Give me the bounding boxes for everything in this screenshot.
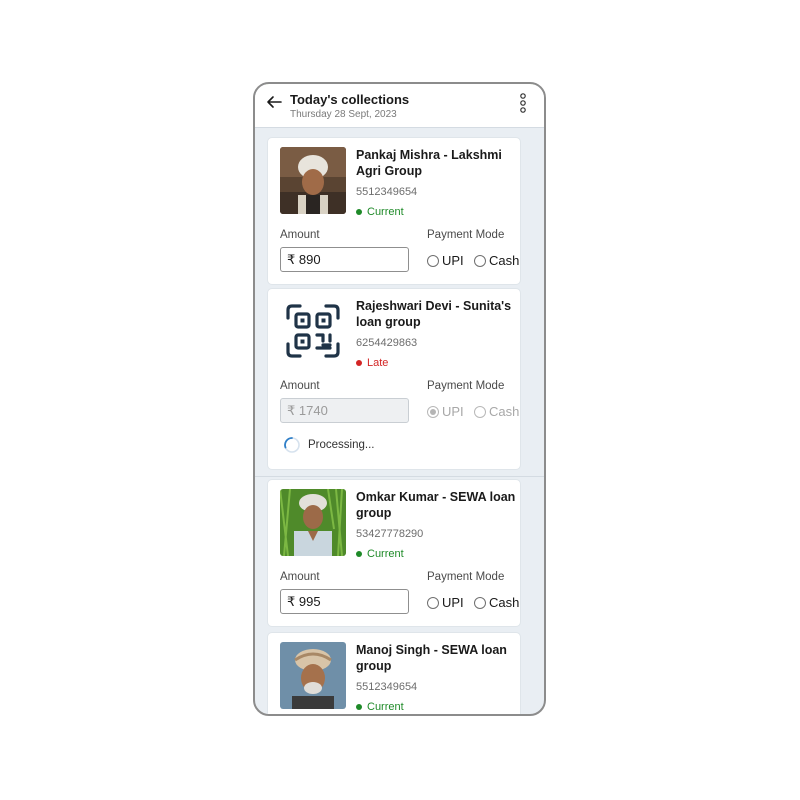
- amount-input[interactable]: ₹ 890: [280, 247, 409, 272]
- phone-frame: Today's collections Thursday 28 Sept, 20…: [253, 82, 546, 716]
- status-text: Current: [367, 548, 404, 560]
- more-vertical-icon: [520, 93, 526, 113]
- more-options-button[interactable]: [518, 93, 528, 113]
- cash-label: Cash: [489, 253, 520, 268]
- status-text: Late: [367, 357, 389, 369]
- member-name: Manoj Singh - SEWA loan group: [356, 643, 507, 673]
- member-phone: 5512349654: [356, 681, 418, 693]
- amount-label: Amount: [280, 571, 320, 583]
- upi-label: UPI: [442, 404, 464, 419]
- member-phone: 5512349654: [356, 186, 418, 198]
- cash-label: Cash: [489, 404, 520, 419]
- collections-list[interactable]: Pankaj Mishra - Lakshmi Agri Group 55123…: [255, 128, 544, 714]
- status-text: Current: [367, 206, 404, 218]
- cash-label: Cash: [489, 595, 520, 610]
- status-badge: Current: [356, 548, 404, 560]
- processing-indicator: Processing...: [284, 437, 374, 453]
- cash-radio[interactable]: Cash: [474, 253, 519, 268]
- back-button[interactable]: [265, 93, 283, 111]
- status-dot: [356, 551, 362, 557]
- radio-circle: [474, 405, 486, 418]
- person-photo-icon: [280, 642, 346, 709]
- status-dot: [356, 360, 362, 366]
- payment-mode-label: Payment Mode: [427, 229, 505, 241]
- member-name: Rajeshwari Devi - Sunita's loan group: [356, 299, 512, 329]
- upi-label: UPI: [442, 595, 464, 610]
- status-badge: Late: [356, 357, 388, 369]
- avatar: [280, 489, 346, 556]
- page-date: Thursday 28 Sept, 2023: [290, 109, 397, 120]
- upi-radio[interactable]: UPI: [427, 404, 464, 419]
- app-header: Today's collections Thursday 28 Sept, 20…: [255, 84, 544, 128]
- collection-card: Omkar Kumar - SEWA loan group 5342777829…: [267, 479, 521, 627]
- person-photo-icon: [280, 147, 346, 214]
- status-badge: Current: [356, 206, 404, 218]
- status-dot: [356, 209, 362, 215]
- member-name: Pankaj Mishra - Lakshmi Agri Group: [356, 148, 502, 178]
- arrow-left-icon: [267, 96, 282, 108]
- radio-circle: [427, 254, 439, 267]
- avatar: [280, 298, 346, 365]
- radio-circle: [427, 596, 439, 609]
- spinner-icon: [284, 437, 300, 453]
- avatar: [280, 147, 346, 214]
- payment-mode-label: Payment Mode: [427, 380, 505, 392]
- amount-label: Amount: [280, 380, 320, 392]
- cash-radio[interactable]: Cash: [474, 404, 519, 419]
- amount-label: Amount: [280, 229, 320, 241]
- section-divider: [255, 476, 544, 477]
- cash-radio[interactable]: Cash: [474, 595, 519, 610]
- status-text: Current: [367, 701, 404, 713]
- member-name: Omkar Kumar - SEWA loan group: [356, 490, 516, 520]
- payment-mode-label: Payment Mode: [427, 571, 505, 583]
- collection-card: Rajeshwari Devi - Sunita's loan group 62…: [267, 288, 521, 470]
- amount-input[interactable]: ₹ 995: [280, 589, 409, 614]
- status-badge: Current: [356, 701, 404, 713]
- radio-circle: [474, 596, 486, 609]
- amount-input[interactable]: ₹ 1740: [280, 398, 409, 423]
- radio-circle-selected: [427, 405, 439, 418]
- qr-code-icon: [286, 304, 340, 358]
- upi-radio[interactable]: UPI: [427, 595, 464, 610]
- status-dot: [356, 704, 362, 710]
- member-phone: 53427778290: [356, 528, 424, 540]
- collection-card: Manoj Singh - SEWA loan group 5512349654…: [267, 632, 521, 714]
- processing-text: Processing...: [308, 439, 375, 451]
- upi-label: UPI: [442, 253, 464, 268]
- collection-card: Pankaj Mishra - Lakshmi Agri Group 55123…: [267, 137, 521, 285]
- upi-radio[interactable]: UPI: [427, 253, 464, 268]
- member-phone: 6254429863: [356, 337, 418, 349]
- radio-circle: [474, 254, 486, 267]
- avatar: [280, 642, 346, 709]
- page-title: Today's collections: [290, 92, 410, 107]
- person-photo-icon: [280, 489, 346, 556]
